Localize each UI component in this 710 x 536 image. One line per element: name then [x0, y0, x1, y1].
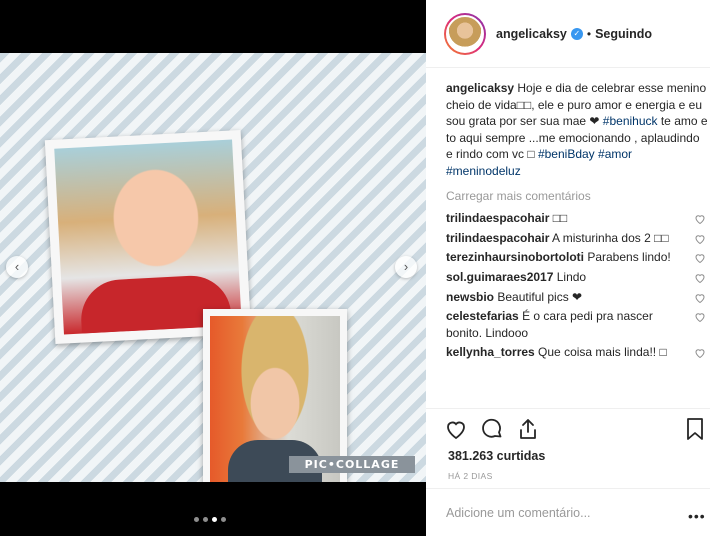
hashtag-link[interactable]: #beniBday	[538, 147, 595, 161]
hashtag-link[interactable]: #amor	[598, 147, 632, 161]
comment-row: newsbio Beautiful pics ❤	[446, 289, 708, 306]
comment-row: trilindaespacohair A misturinha dos 2 □□	[446, 230, 708, 247]
carousel-dot	[194, 517, 199, 522]
comment-like-heart-icon[interactable]	[694, 311, 706, 323]
post-header: angelicaksy ✓ • Seguindo	[426, 0, 710, 68]
add-comment-placeholder[interactable]: Adicione um comentário...	[446, 506, 710, 520]
comment-like-heart-icon[interactable]	[694, 213, 706, 225]
comment-row: terezinhaursinobortoloti Parabens lindo!	[446, 249, 708, 266]
comment-text: kellynha_torres Que coisa mais linda!! □	[446, 344, 672, 361]
header-separator: •	[586, 26, 592, 41]
comment-username[interactable]: terezinhaursinobortoloti	[446, 250, 584, 264]
likes-count[interactable]: 381.263 curtidas	[448, 449, 545, 463]
comment-username[interactable]: kellynha_torres	[446, 345, 535, 359]
comment-text: trilindaespacohair □□	[446, 210, 672, 227]
comment-like-heart-icon[interactable]	[694, 292, 706, 304]
carousel-dot	[221, 517, 226, 522]
avatar[interactable]	[444, 12, 486, 55]
comment-like-heart-icon[interactable]	[694, 272, 706, 284]
comment-body: Parabens lindo!	[584, 250, 671, 265]
carousel-dot-active	[212, 517, 217, 522]
comment-body: □□	[549, 211, 568, 226]
comment-like-heart-icon[interactable]	[694, 347, 706, 359]
prev-slide-button[interactable]: ‹	[6, 256, 28, 278]
comment-like-heart-icon[interactable]	[694, 233, 706, 245]
post-timestamp: HÁ 2 DIAS	[448, 471, 493, 481]
next-slide-button[interactable]: ›	[395, 256, 417, 278]
comment-text: sol.guimaraes2017 Lindo	[446, 269, 672, 286]
comment-text: terezinhaursinobortoloti Parabens lindo!	[446, 249, 672, 266]
comment-text: trilindaespacohair A misturinha dos 2 □□	[446, 230, 672, 247]
collage-image[interactable]	[0, 53, 426, 482]
photo-child-laughing	[54, 139, 242, 335]
comment-username[interactable]: trilindaespacohair	[446, 211, 549, 225]
comment-row: celestefarias É o cara pedi pra nascer b…	[446, 308, 708, 341]
comment-body: Beautiful pics ❤	[494, 289, 583, 304]
comment-username[interactable]: trilindaespacohair	[446, 231, 549, 245]
comment-username[interactable]: newsbio	[446, 290, 494, 304]
comment-body: Que coisa mais linda!! □	[534, 345, 667, 360]
post-media: PIC•COLLAGE ‹ ›	[0, 0, 426, 536]
share-icon[interactable]	[516, 417, 540, 441]
post-side-panel: angelicaksy ✓ • Seguindo angelicaksy Hoj…	[426, 0, 710, 536]
comment-body: Lindo	[553, 269, 587, 284]
header-username[interactable]: angelicaksy	[496, 27, 567, 41]
comment-row: sol.guimaraes2017 Lindo	[446, 269, 708, 286]
comment-username[interactable]: sol.guimaraes2017	[446, 270, 553, 284]
comment-icon[interactable]	[480, 417, 504, 441]
comments-list[interactable]: angelicaksy Hoje e dia de celebrar esse …	[446, 80, 708, 408]
like-heart-icon[interactable]	[444, 417, 468, 441]
post-caption: angelicaksy Hoje e dia de celebrar esse …	[446, 80, 708, 180]
bookmark-icon[interactable]	[684, 417, 706, 441]
carousel-dot	[203, 517, 208, 522]
comment-row: trilindaespacohair □□	[446, 210, 708, 227]
comment-body: A misturinha dos 2 □□	[549, 230, 669, 245]
comment-like-heart-icon[interactable]	[694, 252, 706, 264]
verified-badge-icon: ✓	[570, 27, 583, 40]
add-comment-field[interactable]: Adicione um comentário...	[426, 488, 710, 536]
comment-username[interactable]: celestefarias	[446, 309, 519, 323]
following-button[interactable]: Seguindo	[595, 27, 652, 41]
caption-username[interactable]: angelicaksy	[446, 81, 514, 95]
comment-text: celestefarias É o cara pedi pra nascer b…	[446, 308, 672, 341]
comment-text: newsbio Beautiful pics ❤	[446, 289, 672, 306]
more-options-icon[interactable]: •••	[688, 508, 706, 524]
pic-collage-watermark: PIC•COLLAGE	[289, 456, 415, 473]
comment-row: kellynha_torres Que coisa mais linda!! □	[446, 344, 708, 361]
carousel-dots	[194, 517, 226, 522]
hashtag-link[interactable]: #meninodeluz	[446, 164, 521, 178]
action-bar: 381.263 curtidas HÁ 2 DIAS	[426, 408, 710, 481]
load-more-comments-link[interactable]: Carregar mais comentários	[446, 188, 708, 205]
hashtag-link[interactable]: #benihuck	[603, 114, 658, 128]
